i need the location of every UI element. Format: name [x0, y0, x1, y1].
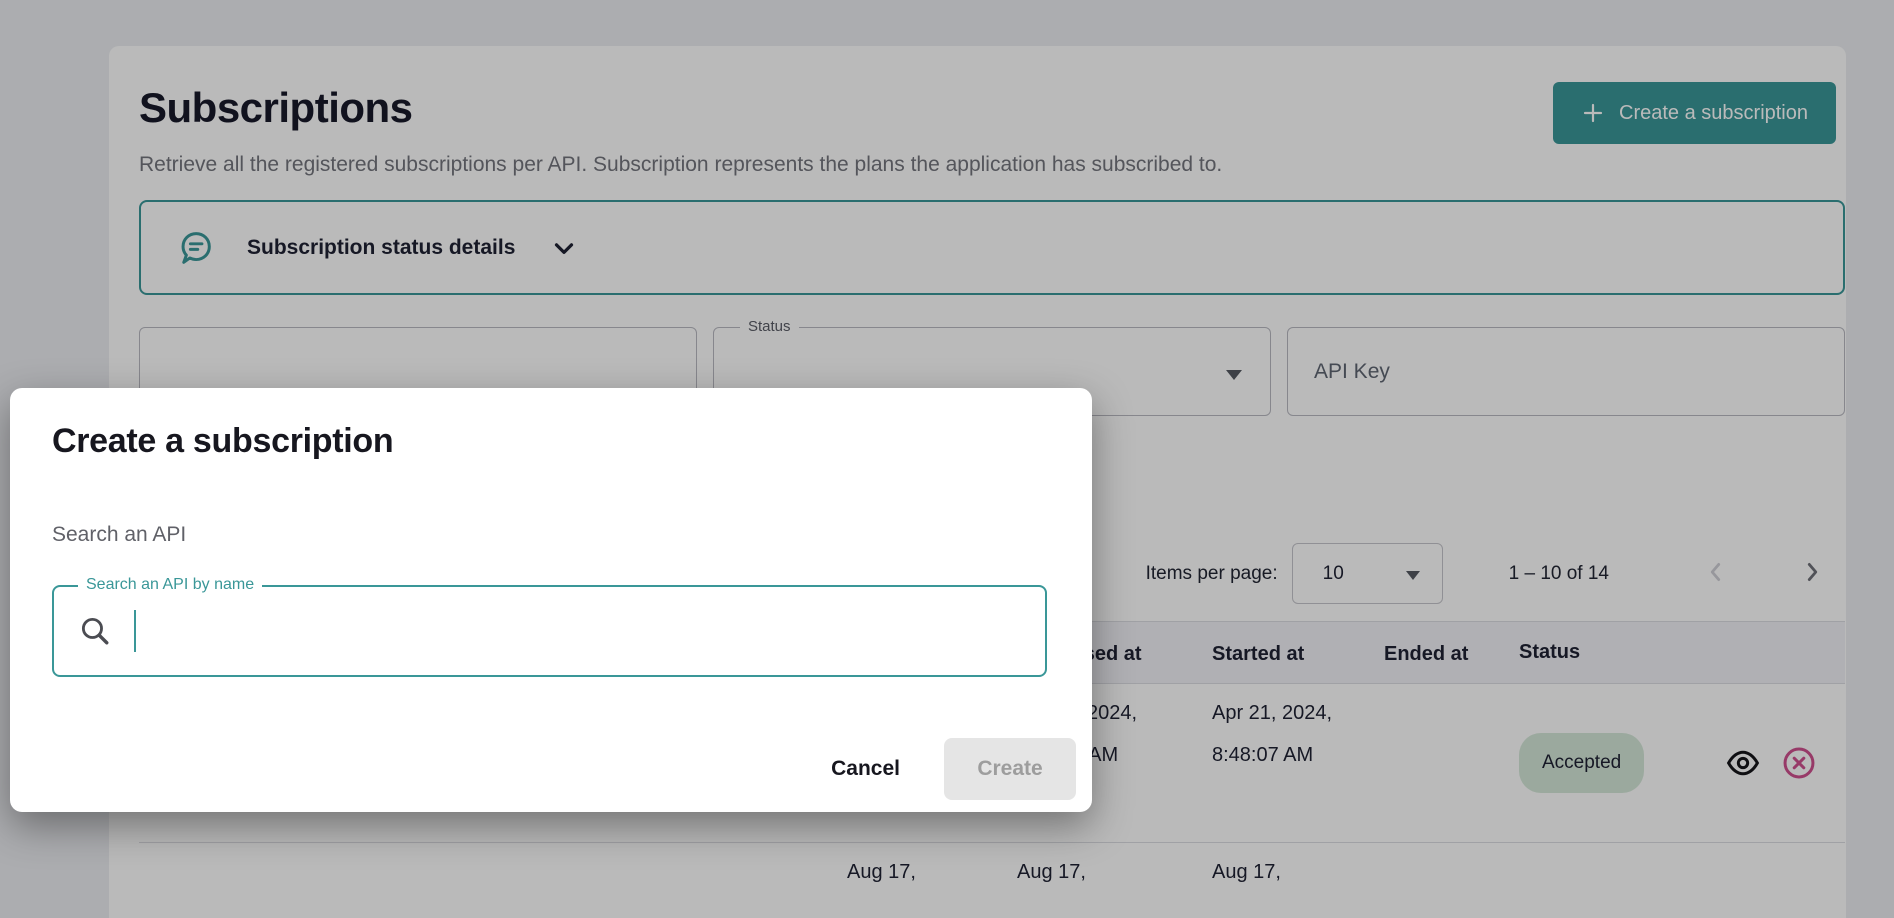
create-subscription-dialog: Create a subscription Search an API Sear…: [10, 388, 1092, 812]
dialog-actions: Cancel Create: [813, 738, 1076, 800]
search-api-input[interactable]: [140, 601, 1021, 661]
create-button[interactable]: Create: [944, 738, 1076, 800]
text-cursor: [134, 610, 136, 652]
search-api-field[interactable]: Search an API by name: [52, 585, 1047, 677]
cancel-button[interactable]: Cancel: [813, 747, 918, 791]
search-api-section-label: Search an API: [52, 523, 1050, 547]
dialog-title: Create a subscription: [52, 422, 1050, 461]
search-api-field-label: Search an API by name: [78, 576, 262, 594]
search-icon: [78, 614, 112, 648]
